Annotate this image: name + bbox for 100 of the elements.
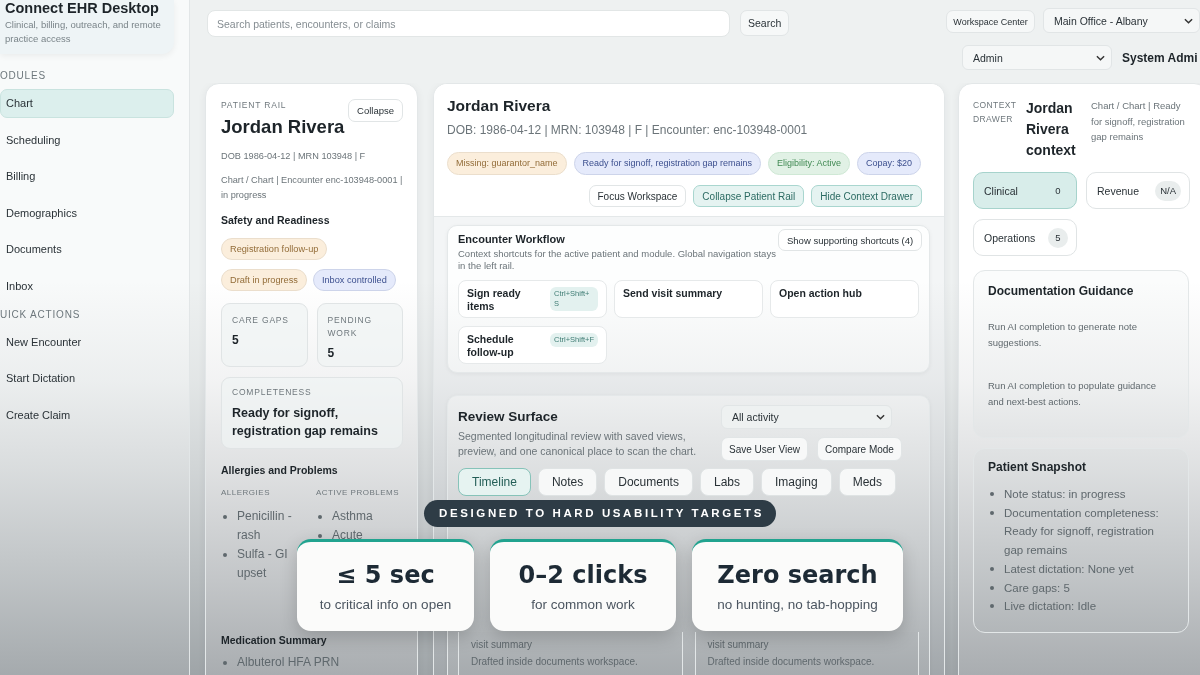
tab-count: 0 xyxy=(1054,183,1062,198)
review-tab[interactable]: Labs xyxy=(699,468,754,496)
bullet-icon xyxy=(318,514,322,519)
status-tag: Eligibility: Active xyxy=(768,152,851,175)
patient-identifiers: DOB: 1986-04-12 | MRN: 103948 | F | Encounter: enc-103948-0001 xyxy=(447,122,809,138)
section-heading: UICK ACTIONS xyxy=(0,308,82,321)
nav-item[interactable]: New Encounter xyxy=(0,327,174,357)
list-item: Penicillin - rash xyxy=(237,508,293,544)
action-label: Sign ready items xyxy=(467,287,522,313)
metric-caption: no hunting, no tab-hopping xyxy=(717,596,878,613)
drawer-title: Jordan Rivera context xyxy=(1026,99,1077,160)
stat-value: 5 xyxy=(327,346,336,360)
column-label: ACTIVE PROBLEMS xyxy=(316,487,401,499)
list-item: Latest dictation: None yet xyxy=(1004,561,1134,577)
bullet-icon xyxy=(990,566,994,571)
context-tab[interactable]: Revenue N/A xyxy=(1086,172,1190,209)
view-button[interactable]: Compare Mode xyxy=(816,437,902,461)
stat-label: COMPLETENESS xyxy=(232,386,313,399)
action-label: Open action hub xyxy=(779,287,862,300)
bullet-icon xyxy=(990,604,994,609)
guidance-text: Run AI completion to generate note suggestions. xyxy=(988,320,1138,350)
tab-label: Revenue xyxy=(1097,184,1140,197)
shortcut-action[interactable]: Send visit summary xyxy=(614,280,763,318)
nav-item[interactable]: Demographics xyxy=(0,198,174,228)
guidance-text: Run AI completion to populate guidance and next-best actions. xyxy=(988,379,1157,409)
toolbar-button[interactable]: Focus Workspace xyxy=(588,185,687,207)
location-select[interactable]: Main Office - Albany xyxy=(1043,8,1200,33)
shortcut-action[interactable]: Open action hub xyxy=(770,280,919,318)
metric-value: 0–2 clicks xyxy=(518,560,648,590)
encounter-context: Chart / Chart | Encounter enc-103948-0001 | in progress xyxy=(221,173,403,202)
shortcuts-button[interactable]: Show supporting shortcuts (4) xyxy=(778,229,923,251)
bullet-icon xyxy=(223,552,227,557)
list-item: Sulfa - GI upset xyxy=(237,546,289,582)
caret-icon xyxy=(1184,17,1193,24)
completeness-value: Ready for signoff, registration gap remains xyxy=(232,405,379,440)
status-tag: Registration follow-up xyxy=(221,238,328,260)
status-tag: Inbox controlled xyxy=(312,269,396,291)
metric-value: Zero search xyxy=(717,560,878,590)
status-tag: Ready for signoff, registration gap remains xyxy=(573,152,761,175)
context-tab[interactable]: Clinical 0 xyxy=(973,172,1077,209)
search-button[interactable]: Search xyxy=(740,10,790,36)
card-title: Encounter Workflow xyxy=(458,232,566,246)
tab-label: Operations xyxy=(984,231,1036,244)
stat-value: 5 xyxy=(232,333,240,347)
app-subtitle: Clinical, billing, outreach, and remote practice access xyxy=(5,18,162,46)
section-heading: ODULES xyxy=(0,70,47,82)
review-tab[interactable]: Notes xyxy=(537,468,598,496)
list-item: Care gaps: 5 xyxy=(1004,580,1070,596)
panel-label: PATIENT RAIL xyxy=(221,100,288,110)
toolbar-button[interactable]: Collapse Patient Rail xyxy=(693,185,805,207)
tab-count: N/A xyxy=(1155,180,1181,201)
review-tab[interactable]: Documents xyxy=(604,468,693,496)
card-description: Context shortcuts for the active patient and module. Global navigation stays in the left rail. xyxy=(458,248,777,272)
nav-item[interactable]: Billing xyxy=(0,162,174,191)
list-item: Note status: in progress xyxy=(1004,487,1126,502)
stat-label: CARE GAPS xyxy=(232,314,290,327)
nav-item[interactable]: Documents xyxy=(0,235,174,264)
status-tag: Missing: guarantor_name xyxy=(447,152,567,175)
patient-name: Jordan Rivera xyxy=(221,116,345,138)
metric-caption: for common work xyxy=(531,596,635,613)
status-tag: Draft in progress xyxy=(221,269,307,291)
context-tab[interactable]: Operations 5 xyxy=(973,219,1077,256)
review-tab[interactable]: Timeline xyxy=(458,468,531,496)
list-item: Documentation completeness: Ready for signoff, registration gap remains xyxy=(1004,505,1160,559)
review-tab[interactable]: Imaging xyxy=(761,468,832,496)
section-title: Medication Summary xyxy=(221,633,328,647)
workspace-button[interactable]: Workspace Center xyxy=(946,10,1035,33)
bullet-icon xyxy=(990,585,994,590)
role-select[interactable]: Admin xyxy=(962,45,1112,70)
metric-caption: to critical info on open xyxy=(319,596,452,613)
nav-item[interactable]: Chart xyxy=(0,89,174,118)
tab-count: 5 xyxy=(1048,227,1068,248)
search-field[interactable]: Search patients, encounters, or claims xyxy=(207,10,730,37)
bullet-icon xyxy=(990,510,994,515)
nav-item[interactable]: Start Dictation xyxy=(0,364,174,393)
column-label: ALLERGIES xyxy=(221,487,271,499)
section-title: Safety and Readiness xyxy=(221,213,331,227)
patient-name: Jordan Rivera xyxy=(447,96,552,116)
list-item: Acute xyxy=(332,527,363,544)
nav-item[interactable]: Scheduling xyxy=(0,125,174,155)
collapse-button[interactable]: Collapse xyxy=(348,99,403,122)
review-tab[interactable]: Meds xyxy=(838,468,897,496)
app-title: Connect EHR Desktop xyxy=(5,0,160,16)
status-tag: Copay: $20 xyxy=(857,152,922,175)
document-note: Drafted inside documents workspace. xyxy=(471,655,639,668)
nav-item[interactable]: Inbox xyxy=(0,271,174,301)
tab-label: Clinical xyxy=(984,184,1018,197)
filter-select[interactable]: All activity xyxy=(721,405,892,429)
view-button[interactable]: Save User View xyxy=(721,437,808,461)
bullet-icon xyxy=(318,533,322,538)
stat-label: PENDING WORK xyxy=(327,314,373,340)
list-item: Asthma xyxy=(332,508,373,525)
nav-item[interactable]: Create Claim xyxy=(0,400,174,430)
toolbar-button[interactable]: Hide Context Drawer xyxy=(811,185,922,207)
action-label: Schedule follow-up xyxy=(467,333,515,359)
metric-value: ≤ 5 sec xyxy=(336,560,435,590)
document-note: Drafted inside documents workspace. xyxy=(707,655,876,668)
document-type: visit summary xyxy=(707,638,770,651)
card-title: Documentation Guidance xyxy=(988,284,1135,299)
document-type: visit summary xyxy=(471,638,534,651)
